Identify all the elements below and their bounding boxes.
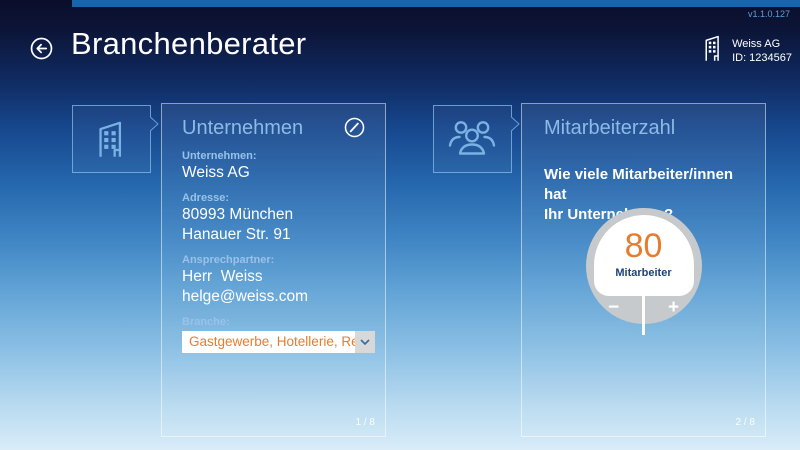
contact-field-label: Ansprechpartner: [182, 254, 275, 266]
company-field-value: Weiss AG [182, 164, 250, 181]
company-card: Unternehmen Unternehmen: Weiss AG Adress… [161, 103, 386, 437]
increase-button[interactable]: + [654, 296, 694, 320]
company-icon-box [72, 105, 160, 173]
employees-icon-box [433, 105, 521, 173]
address-line-1: 80993 München [182, 206, 294, 223]
counter-divider [642, 294, 645, 335]
address-line-2: Hanauer Str. 91 [182, 226, 291, 243]
branchenberater-screen: v1.1.0.127 Branchenberater Weiss AG ID: … [0, 0, 800, 450]
industry-field-label: Branche: [182, 316, 230, 328]
employees-question-line1: Wie viele Mitarbeiter/innen hat [544, 166, 734, 203]
company-field: Unternehmen: Weiss AG [182, 150, 365, 183]
employee-count-unit: Mitarbeiter [615, 267, 672, 279]
address-field-label: Adresse: [182, 192, 230, 204]
industry-dropdown[interactable]: Gastgewerbe, Hotellerie, Rei... [182, 331, 375, 353]
contact-name: Herr Weiss [182, 268, 263, 285]
top-accent-stripe [72, 0, 800, 7]
employees-card: Mitarbeiterzahl Wie viele Mitarbeiter/in… [521, 103, 766, 437]
edit-pencil-icon [344, 117, 365, 141]
company-card-title: Unternehmen [182, 117, 304, 139]
page-title: Branchenberater [71, 26, 307, 61]
employees-card-page-indicator: 2 / 8 [735, 417, 755, 428]
edit-button[interactable] [344, 117, 365, 138]
employee-count-value: 80 [624, 227, 663, 265]
company-card-page-indicator: 1 / 8 [355, 417, 375, 428]
building-icon [72, 105, 150, 173]
account-building-icon [702, 33, 724, 68]
version-label: v1.1.0.127 [747, 9, 790, 19]
employee-count-display: 80 Mitarbeiter [593, 215, 694, 296]
employees-card-title: Mitarbeiterzahl [544, 117, 676, 139]
account-id: ID: 1234567 [732, 51, 792, 64]
company-field-label: Unternehmen: [182, 150, 257, 162]
employee-counter: 80 Mitarbeiter − + [585, 208, 702, 335]
decrease-button[interactable]: − [594, 296, 634, 320]
industry-dropdown-value: Gastgewerbe, Hotellerie, Rei... [182, 331, 355, 353]
address-field: Adresse: 80993 München Hanauer Str. 91 [182, 192, 365, 245]
industry-field: Branche: Gastgewerbe, Hotellerie, Rei... [182, 316, 375, 353]
account-info: Weiss AG ID: 1234567 [702, 33, 792, 68]
back-arrow-icon [30, 37, 53, 63]
account-name: Weiss AG [732, 37, 781, 50]
chevron-down-icon[interactable] [355, 331, 375, 353]
back-button[interactable] [30, 37, 53, 60]
people-group-icon [433, 105, 511, 173]
contact-field: Ansprechpartner: Herr Weiss helge@weiss.… [182, 254, 365, 307]
contact-email: helge@weiss.com [182, 288, 309, 305]
